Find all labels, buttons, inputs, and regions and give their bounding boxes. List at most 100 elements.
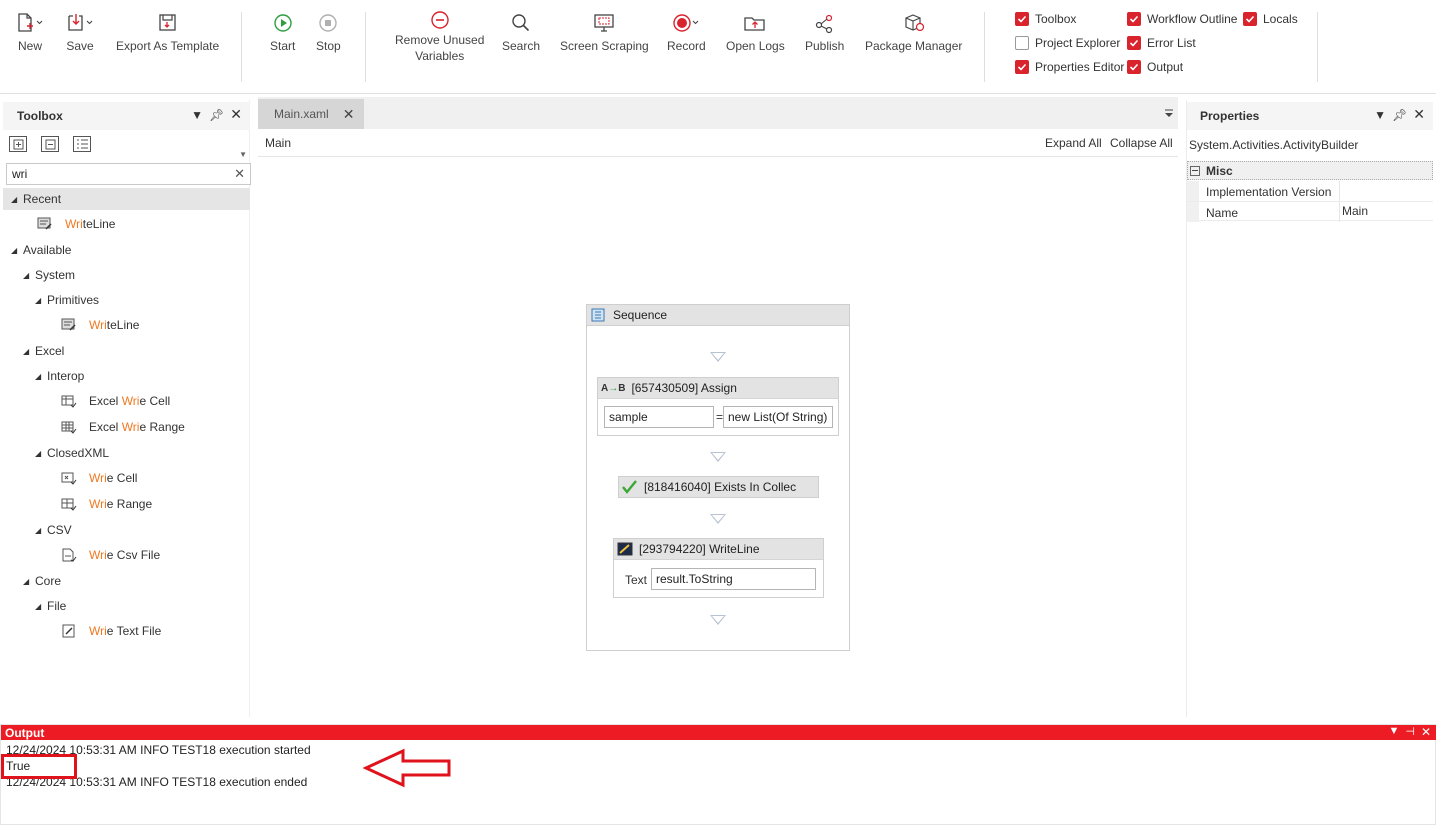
text-file-edit-icon <box>61 624 77 638</box>
tree-item-write-range[interactable]: Wrie Range <box>3 493 250 515</box>
search-button[interactable]: Search <box>502 8 540 54</box>
checkbox-checked-icon <box>1127 12 1141 26</box>
writeline-activity[interactable]: [293794220] WriteLine Text result.ToStri… <box>613 538 824 598</box>
tree-node-primitives[interactable]: ◢ Primitives <box>3 289 250 311</box>
screen-scraping-button[interactable]: Screen Scraping <box>560 8 649 54</box>
expanded-triangle-icon: ◢ <box>11 194 18 204</box>
collapse-box-icon[interactable] <box>1190 165 1200 176</box>
tree-item-writeline[interactable]: WriteLine <box>3 314 250 336</box>
remove-unused-variables-button[interactable]: Remove Unused Variables <box>395 8 484 64</box>
assign-to-field[interactable]: sample <box>604 406 714 428</box>
collapse-all-icon[interactable] <box>41 136 59 152</box>
drop-target-arrow[interactable] <box>710 514 726 524</box>
sequence-header: Sequence <box>587 305 849 326</box>
clear-search-icon[interactable]: ✕ <box>234 166 245 182</box>
export-as-template-button[interactable]: Export As Template <box>116 8 219 54</box>
property-row-implementation-version[interactable]: Implementation Version <box>1187 181 1433 201</box>
drop-target-arrow[interactable] <box>710 615 726 625</box>
search-icon <box>510 8 532 38</box>
writeline-text-field[interactable]: result.ToString <box>651 568 816 590</box>
tree-node-csv[interactable]: ◢ CSV <box>3 519 250 541</box>
workflow-outline-panel-checkbox[interactable]: Workflow Outline <box>1127 12 1237 26</box>
tree-node-recent[interactable]: ◢ Recent <box>3 188 250 210</box>
tree-node-closedxml[interactable]: ◢ ClosedXML <box>3 442 250 464</box>
ribbon-separator <box>365 12 366 82</box>
new-button[interactable]: New <box>16 8 44 54</box>
assign-value-field[interactable]: new List(Of String) <box>723 406 833 428</box>
close-icon[interactable]: ✕ <box>1413 106 1425 123</box>
save-button[interactable]: Save <box>66 8 94 54</box>
drop-target-arrow[interactable] <box>710 352 726 362</box>
properties-panel: Properties ▼ 📌︎ ✕ System.Activities.Acti… <box>1186 100 1433 717</box>
checkbox-checked-icon <box>1015 12 1029 26</box>
dropdown-arrow-icon[interactable]: ▼ <box>1374 108 1386 123</box>
properties-type-name: System.Activities.ActivityBuilder <box>1189 138 1359 152</box>
tree-node-interop[interactable]: ◢ Interop <box>3 365 250 387</box>
close-tab-icon[interactable]: ✕ <box>343 106 355 123</box>
start-button[interactable]: Start <box>270 8 295 54</box>
pin-icon[interactable]: ⊣ <box>1405 725 1415 739</box>
list-view-icon[interactable] <box>73 136 91 152</box>
drop-target-arrow[interactable] <box>710 452 726 462</box>
tree-node-file[interactable]: ◢ File <box>3 595 250 617</box>
exists-in-collection-activity[interactable]: [818416040] Exists In Collec <box>618 476 819 498</box>
toolbox-tools <box>9 136 91 152</box>
tab-list-icon[interactable] <box>1164 107 1174 121</box>
tree-item-write-text-file[interactable]: Wrie Text File <box>3 620 250 642</box>
properties-header: Properties ▼ 📌︎ ✕ <box>1187 102 1433 130</box>
writeline-icon <box>37 217 53 231</box>
locals-panel-checkbox[interactable]: Locals <box>1243 12 1298 26</box>
checkbox-checked-icon <box>1243 12 1257 26</box>
collapse-all-link[interactable]: Collapse All <box>1110 136 1173 150</box>
tree-node-core[interactable]: ◢ Core <box>3 570 250 592</box>
ribbon-separator <box>984 12 985 82</box>
monitor-scrape-icon <box>593 8 615 38</box>
tree-node-available[interactable]: ◢ Available <box>3 239 250 261</box>
record-button[interactable]: Record <box>667 8 706 54</box>
output-panel-checkbox[interactable]: Output <box>1127 60 1183 74</box>
tree-node-excel[interactable]: ◢ Excel <box>3 340 250 362</box>
dropdown-arrow-icon[interactable]: ▼ <box>1388 725 1399 739</box>
assign-activity[interactable]: A→B [657430509] Assign sample = new List… <box>597 377 839 436</box>
tree-node-system[interactable]: ◢ System <box>3 264 250 286</box>
close-icon[interactable]: ✕ <box>1421 725 1431 739</box>
tree-item-excel-write-range[interactable]: Excel Wrie Range <box>3 416 250 438</box>
write-range-icon <box>61 497 77 511</box>
stop-button[interactable]: Stop <box>316 8 341 54</box>
toolbox-search-input[interactable] <box>7 167 227 181</box>
ribbon-separator <box>241 12 242 82</box>
tree-item-write-csv-file[interactable]: Wrie Csv File <box>3 544 250 566</box>
properties-editor-panel-checkbox[interactable]: Properties Editor <box>1015 60 1124 74</box>
annotation-arrow-icon <box>362 748 453 791</box>
writeline-icon <box>617 542 633 556</box>
annotation-highlight-box <box>1 754 77 779</box>
package-manager-button[interactable]: Package Manager <box>865 8 962 54</box>
tree-item-write-cell[interactable]: Wrie Cell <box>3 467 250 489</box>
pin-icon[interactable]: 📌︎ <box>1392 108 1407 123</box>
dropdown-arrow-icon[interactable]: ▼ <box>191 108 203 123</box>
template-icon <box>157 8 179 38</box>
package-icon <box>902 8 926 38</box>
pin-icon[interactable]: 📌︎ <box>209 108 224 123</box>
tree-item-excel-write-cell[interactable]: Excel Wrie Cell <box>3 390 250 412</box>
writeline-text-label: Text <box>625 573 648 587</box>
exists-in-collection-header: [818416040] Exists In Collec <box>619 477 818 497</box>
property-row-name[interactable]: Name Main <box>1187 201 1433 222</box>
expanded-triangle-icon: ◢ <box>35 525 42 535</box>
tab-main-xaml[interactable]: Main.xaml ✕ <box>258 99 364 129</box>
tree-item-recent-writeline[interactable]: WriteLine <box>3 213 250 235</box>
expand-all-icon[interactable] <box>9 136 27 152</box>
publish-button[interactable]: Publish <box>805 8 844 54</box>
open-logs-button[interactable]: Open Logs <box>726 8 785 54</box>
more-icon[interactable]: ▼ <box>239 150 247 159</box>
project-explorer-panel-checkbox[interactable]: Project Explorer <box>1015 36 1120 50</box>
sequence-activity[interactable]: Sequence A→B [657430509] Assign sample =… <box>586 304 850 651</box>
close-icon[interactable]: ✕ <box>230 106 242 123</box>
expand-all-link[interactable]: Expand All <box>1045 136 1102 150</box>
checkbox-checked-icon <box>1127 36 1141 50</box>
error-list-panel-checkbox[interactable]: Error List <box>1127 36 1196 50</box>
breadcrumb[interactable]: Main <box>265 136 291 150</box>
toolbox-panel-checkbox[interactable]: Toolbox <box>1015 12 1076 26</box>
properties-category-misc[interactable]: Misc <box>1187 161 1433 180</box>
csv-file-icon <box>61 548 77 562</box>
